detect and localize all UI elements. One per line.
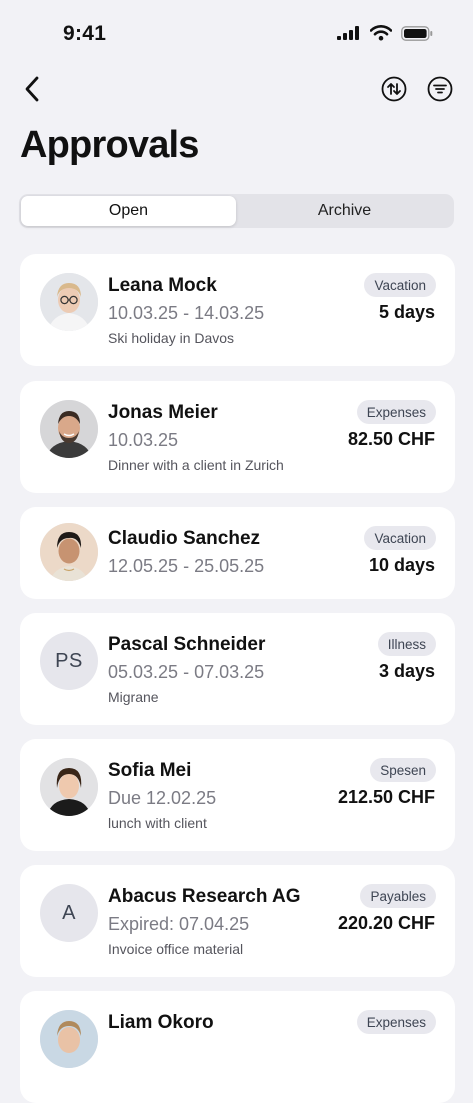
wifi-icon: [369, 25, 393, 46]
sort-arrows-icon: [381, 76, 407, 107]
approval-name: Sofia Mei: [108, 760, 192, 781]
tab-open[interactable]: Open: [21, 196, 236, 226]
chevron-left-icon: [24, 76, 40, 107]
avatar-initials: PS: [55, 649, 83, 672]
approval-amount: 10 days: [368, 555, 435, 575]
nav-actions: [381, 76, 453, 107]
avatar: [40, 400, 98, 458]
approval-name: Jonas Meier: [108, 402, 218, 423]
back-button[interactable]: [18, 74, 46, 108]
approval-dates: Expired: 07.04.25: [108, 914, 250, 934]
approval-type-badge: Payables: [360, 884, 436, 908]
avatar: [40, 523, 98, 581]
cellular-signal-icon: [337, 26, 361, 45]
approval-card[interactable]: Sofia Mei Due 12.02.25 lunch with client…: [20, 739, 455, 851]
approval-name: Abacus Research AG: [108, 886, 301, 907]
tab-archive[interactable]: Archive: [237, 196, 452, 226]
approval-amount: 3 days: [378, 661, 435, 681]
status-bar: 9:41: [0, 0, 473, 60]
approval-name: Leana Mock: [108, 275, 217, 296]
filter-icon: [427, 76, 453, 107]
approval-type-badge: Spesen: [370, 758, 436, 782]
approval-name: Liam Okoro: [108, 1012, 214, 1033]
avatar: [40, 1010, 98, 1068]
approval-type-badge: Vacation: [364, 526, 436, 550]
approval-card[interactable]: PS Pascal Schneider 05.03.25 - 07.03.25 …: [20, 613, 455, 725]
page-title: Approvals: [20, 124, 199, 166]
navigation-bar: [0, 70, 473, 114]
approval-amount: 82.50 CHF: [347, 429, 435, 449]
approval-amount: 220.20 CHF: [337, 913, 435, 933]
sort-button[interactable]: [381, 76, 407, 107]
avatar: [40, 758, 98, 816]
approval-card[interactable]: A Abacus Research AG Expired: 07.04.25 I…: [20, 865, 455, 977]
status-icons: [337, 25, 433, 46]
approval-note: Ski holiday in Davos: [108, 330, 235, 346]
status-time: 9:41: [63, 22, 107, 45]
approval-note: Migrane: [108, 689, 159, 705]
tab-switcher: Open Archive: [19, 194, 454, 228]
approval-card[interactable]: Jonas Meier 10.03.25 Dinner with a clien…: [20, 381, 455, 493]
approval-type-badge: Vacation: [364, 273, 436, 297]
approval-type-badge: Expenses: [356, 400, 436, 424]
approval-card[interactable]: Liam Okoro Expenses: [20, 991, 455, 1103]
approval-type-badge: Expenses: [356, 1010, 436, 1034]
battery-icon: [401, 25, 433, 46]
approval-type-badge: Illness: [377, 632, 436, 656]
approval-note: Dinner with a client in Zurich: [108, 457, 284, 473]
approval-card[interactable]: Leana Mock 10.03.25 - 14.03.25 Ski holid…: [20, 254, 455, 366]
avatar: PS: [40, 632, 98, 690]
approval-dates: 05.03.25 - 07.03.25: [108, 662, 265, 682]
approval-dates: 10.03.25: [108, 430, 179, 450]
approval-dates: Due 12.02.25: [108, 788, 217, 808]
approval-name: Claudio Sanchez: [108, 528, 261, 549]
approval-card[interactable]: Claudio Sanchez 12.05.25 - 25.05.25 Vaca…: [20, 507, 455, 599]
approval-note: lunch with client: [108, 815, 207, 831]
approval-name: Pascal Schneider: [108, 634, 266, 655]
approval-dates: 12.05.25 - 25.05.25: [108, 556, 265, 576]
avatar: [40, 273, 98, 331]
filter-button[interactable]: [427, 76, 453, 107]
approval-amount: 5 days: [378, 302, 435, 322]
approval-amount: 212.50 CHF: [337, 787, 435, 807]
avatar: A: [40, 884, 98, 942]
avatar-initials: A: [62, 901, 76, 924]
approval-dates: 10.03.25 - 14.03.25: [108, 303, 265, 323]
approval-note: Invoice office material: [108, 941, 244, 957]
